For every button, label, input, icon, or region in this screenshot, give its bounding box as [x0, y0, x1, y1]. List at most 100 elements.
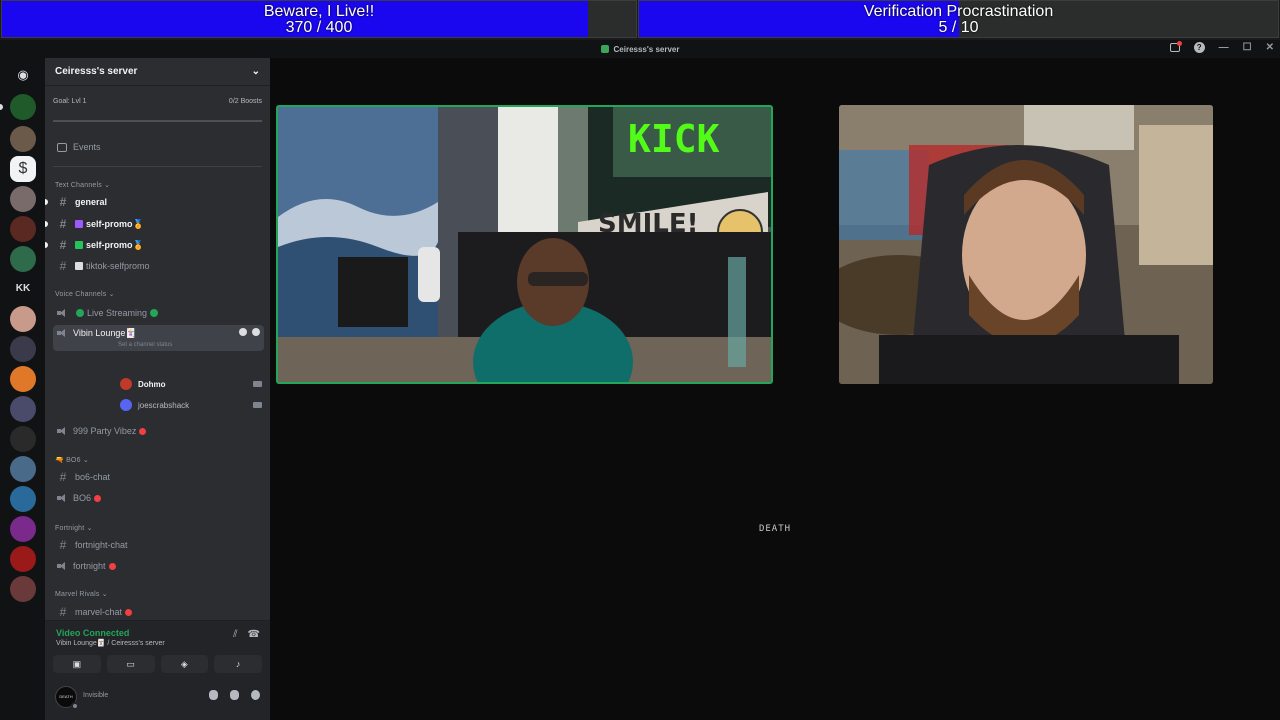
channel-sidebar: Ceiresss's server ⌄ Goal: Lvl 1 0/2 Boos…: [45, 58, 270, 720]
camera-icon: [253, 381, 262, 387]
channel-fortnight-chat[interactable]: # fortnight-chat: [53, 536, 264, 554]
server-icon-13[interactable]: [10, 516, 36, 542]
disconnect-icon[interactable]: ☎: [248, 629, 260, 640]
window-titlebar: Ceiresss's server ? — ☐ ✕: [0, 40, 1280, 58]
category-marvel[interactable]: Marvel Rivals ⌄: [55, 590, 108, 598]
user-status: Invisible: [83, 692, 109, 699]
boost-goal-label: Goal: Lvl 1: [53, 98, 87, 105]
soundboard-button[interactable]: ♪: [214, 655, 262, 673]
divider: [53, 166, 262, 167]
server-icon-8[interactable]: [10, 366, 36, 392]
server-icon-11[interactable]: [10, 456, 36, 482]
server-icon-14[interactable]: [10, 546, 36, 572]
user-name: Dohmo: [138, 379, 166, 389]
set-channel-status[interactable]: Set a channel status: [118, 342, 172, 348]
microphone-icon[interactable]: [209, 690, 218, 700]
window-title: Ceiresss's server: [613, 44, 680, 54]
speaker-icon: [57, 493, 67, 503]
voice-live-streaming[interactable]: Live Streaming: [53, 304, 264, 322]
webcam-feed-1: KICK SMILE!: [278, 107, 771, 382]
server-icon-7[interactable]: [10, 336, 36, 362]
video-tile-2[interactable]: [839, 105, 1213, 384]
category-text-channels[interactable]: Text Channels ⌄: [55, 181, 110, 189]
channel-self-promo-1[interactable]: # self-promo 🏅: [45, 215, 264, 233]
server-icon-4[interactable]: [10, 216, 36, 242]
video-tile-1[interactable]: KICK SMILE!: [276, 105, 773, 384]
maximize-button[interactable]: ☐: [1243, 42, 1252, 53]
server-icon-1[interactable]: [10, 94, 36, 120]
avatar: [120, 399, 132, 411]
boost-progress-bar: [53, 120, 262, 122]
avatar: [120, 378, 132, 390]
voice-bo6[interactable]: BO6: [53, 489, 264, 507]
voice-party-vibez[interactable]: 999 Party Vibez: [53, 422, 264, 440]
medal-emoji: 🏅: [132, 218, 144, 229]
server-icon-kk[interactable]: KK: [10, 276, 36, 302]
activity-button[interactable]: ◈: [160, 655, 209, 673]
chevron-down-icon: ⌄: [251, 66, 260, 77]
server-icon-15[interactable]: [10, 576, 36, 602]
speaker-icon: [57, 561, 67, 571]
server-icon-5[interactable]: [10, 246, 36, 272]
voice-user[interactable]: joescrabshack: [120, 397, 262, 413]
discord-home-icon[interactable]: ◉: [10, 62, 36, 88]
voice-connection-panel: Video Connected Vibin Lounge🃏 / Ceiresss…: [45, 620, 270, 676]
channel-general[interactable]: # general: [45, 193, 264, 211]
voice-fortnight[interactable]: fortnight: [53, 557, 264, 575]
goal-2-progress: 5 / 10: [938, 19, 979, 36]
status-indicator: [71, 702, 79, 710]
channel-tiktok-selfpromo[interactable]: # tiktok-selfpromo: [53, 257, 264, 275]
medal-emoji: 🏅: [132, 239, 144, 250]
events-item[interactable]: Events: [57, 142, 101, 152]
hash-icon: #: [59, 238, 67, 252]
server-name: Ceiresss's server: [55, 66, 138, 77]
camera-off-button[interactable]: ▣: [53, 655, 101, 673]
hash-icon: #: [59, 470, 67, 484]
headphones-icon[interactable]: [230, 690, 239, 700]
voice-user[interactable]: Dohmo: [120, 376, 262, 392]
stream-goal-overlay: Beware, I Live!! 370 / 400 Verification …: [0, 0, 1280, 40]
server-rail: ◉ $ KK: [0, 58, 45, 720]
server-icon-2[interactable]: [10, 126, 36, 152]
video-stage: KICK SMILE! DEATH: [270, 58, 1280, 720]
server-icon-12[interactable]: [10, 486, 36, 512]
server-icon-10[interactable]: [10, 426, 36, 452]
channel-label: 999 Party Vibez: [73, 426, 137, 436]
gear-icon[interactable]: [251, 690, 260, 700]
server-icon-6[interactable]: [10, 306, 36, 332]
server-header[interactable]: Ceiresss's server ⌄: [45, 58, 270, 86]
help-icon[interactable]: ?: [1193, 42, 1205, 53]
server-icon-dollar[interactable]: $: [10, 156, 36, 182]
calendar-icon: [57, 142, 67, 152]
goal-bar-2: Verification Procrastination 5 / 10: [638, 0, 1279, 38]
channel-label: self-promo: [86, 219, 133, 229]
channel-bo6-chat[interactable]: # bo6-chat: [53, 468, 264, 486]
category-voice-channels[interactable]: Voice Channels ⌄: [55, 290, 115, 298]
boost-goal[interactable]: Goal: Lvl 1 0/2 Boosts: [53, 98, 262, 105]
chat-bubble-icon[interactable]: [239, 328, 247, 336]
speaker-icon: [57, 426, 67, 436]
add-user-icon[interactable]: [252, 328, 260, 336]
kick-sign: KICK: [628, 117, 720, 161]
minimize-button[interactable]: —: [1219, 42, 1229, 53]
channel-self-promo-2[interactable]: # self-promo 🏅: [45, 236, 264, 254]
noise-suppression-icon[interactable]: ⫽: [233, 629, 237, 640]
connection-location[interactable]: Vibin Lounge🃏 / Ceiresss's server: [56, 639, 165, 647]
goal-1-progress: 370 / 400: [285, 19, 353, 36]
server-icon-9[interactable]: [10, 396, 36, 422]
channel-marvel-chat[interactable]: # marvel-chat: [53, 603, 264, 621]
close-button[interactable]: ✕: [1266, 42, 1274, 53]
webcam-feed-2: [839, 105, 1213, 384]
screen-share-button[interactable]: ▭: [106, 655, 155, 673]
channel-label: self-promo: [86, 240, 133, 250]
goal-bar-1: Beware, I Live!! 370 / 400: [1, 0, 637, 38]
channel-label: bo6-chat: [75, 472, 111, 482]
server-icon: [600, 45, 609, 53]
goal-2-title: Verification Procrastination: [863, 3, 1054, 20]
server-icon-3[interactable]: [10, 186, 36, 212]
category-bo6[interactable]: 🔫 BO6 ⌄: [55, 456, 89, 464]
category-fortnite[interactable]: Fortnight ⌄: [55, 524, 93, 532]
inbox-icon[interactable]: [1169, 41, 1182, 52]
channel-label: Live Streaming: [87, 308, 148, 318]
unread-pill: [0, 104, 3, 110]
